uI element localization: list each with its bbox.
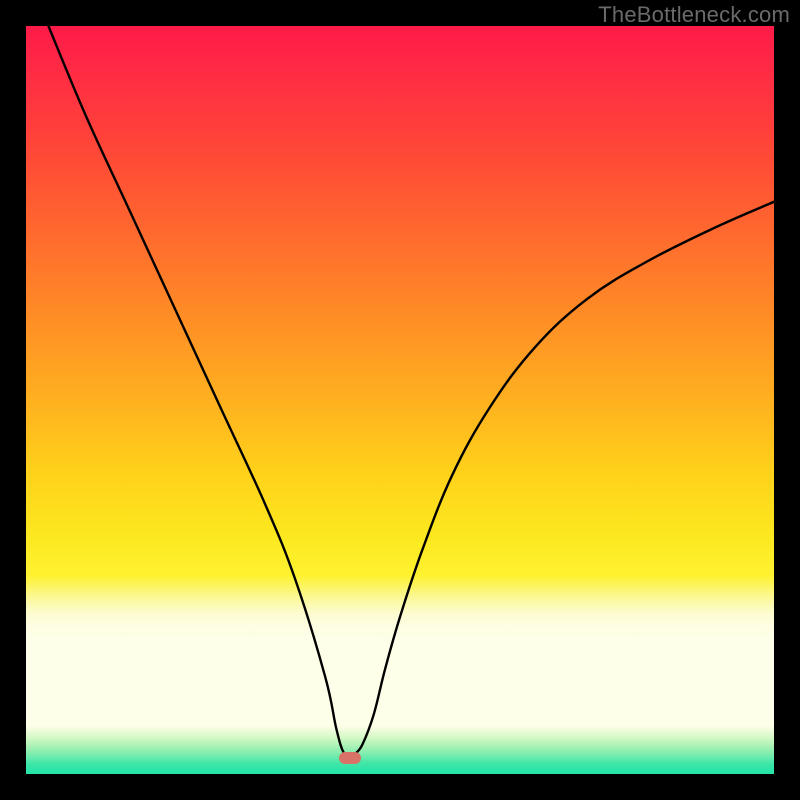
- optimum-marker: [339, 752, 361, 764]
- chart-frame: TheBottleneck.com: [0, 0, 800, 800]
- curve-layer: [26, 26, 774, 774]
- bottleneck-curve: [48, 26, 774, 756]
- watermark-text: TheBottleneck.com: [598, 2, 790, 28]
- plot-area: [26, 26, 774, 774]
